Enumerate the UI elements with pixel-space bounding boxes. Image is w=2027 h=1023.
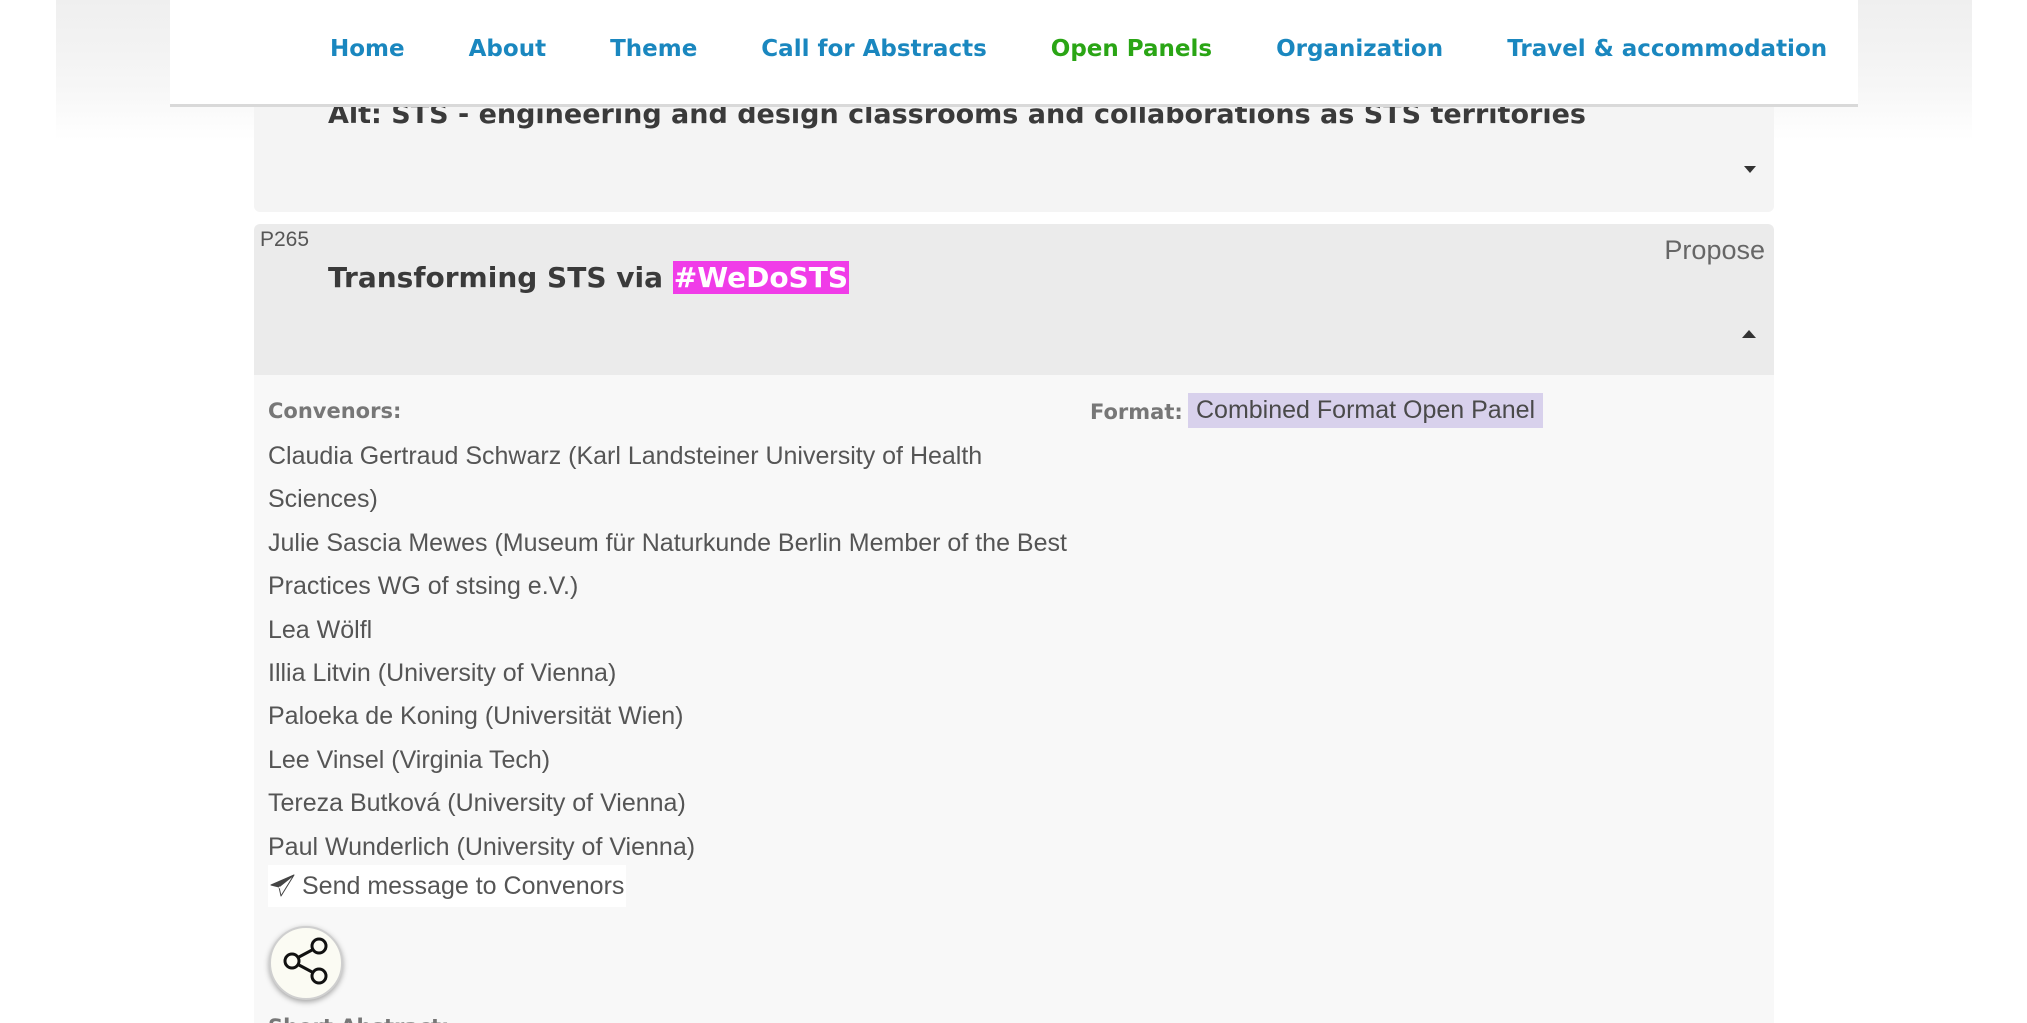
nav-item-organization[interactable]: Organization	[1276, 36, 1443, 62]
format-label: Format:	[1090, 400, 1183, 424]
nav-item-travel[interactable]: Travel & accommodation	[1507, 36, 1827, 62]
convenor-item: Paul Wunderlich (University of Vienna)	[268, 832, 696, 861]
panel-header[interactable]: P265 Propose Transforming STS via #WeDoS…	[254, 224, 1774, 375]
panel-code: P265	[260, 228, 310, 251]
nav-list: Home About Theme Call for Abstracts Open…	[330, 36, 1891, 62]
convenors-list: Claudia Gertraud Schwarz (Karl Landstein…	[268, 435, 1068, 869]
nav-item-about[interactable]: About	[469, 36, 546, 62]
nav-item-theme[interactable]: Theme	[610, 36, 697, 62]
convenor-item: Julie Sascia Mewes (Museum für Naturkund…	[268, 528, 1067, 601]
panel-title-text: Transforming STS via	[328, 261, 673, 294]
nav-item-open-panels[interactable]: Open Panels	[1051, 36, 1212, 62]
propose-link[interactable]: Propose	[1664, 235, 1765, 266]
send-icon	[270, 874, 296, 898]
panel-title[interactable]: Transforming STS via #WeDoSTS	[328, 261, 849, 294]
share-icon	[281, 937, 331, 989]
convenor-item: Claudia Gertraud Schwarz (Karl Landstein…	[268, 442, 983, 514]
nav-item-call-for-abstracts[interactable]: Call for Abstracts	[761, 36, 986, 62]
caret-down-icon[interactable]	[1744, 166, 1756, 173]
convenor-item: Illia Litvin (University of Vienna)	[268, 659, 617, 688]
previous-panel[interactable]: Alt: STS - engineering and design classr…	[254, 94, 1774, 212]
caret-up-icon[interactable]	[1742, 330, 1756, 338]
share-button[interactable]	[269, 926, 343, 1000]
page: Home About Theme Call for Abstracts Open…	[0, 0, 2027, 1023]
convenor-item: Lee Vinsel (Virginia Tech)	[268, 745, 551, 774]
convenors-label: Convenors:	[268, 399, 402, 423]
send-message-label: Send message to Convenors	[302, 872, 625, 900]
short-abstract-label: Short Abstract:	[268, 1015, 449, 1023]
panel-body: Convenors: Claudia Gertraud Schwarz (Kar…	[254, 375, 1774, 1023]
nav-item-home[interactable]: Home	[330, 36, 405, 62]
convenor-item: Lea Wölfl	[268, 615, 373, 644]
top-navigation: Home About Theme Call for Abstracts Open…	[170, 0, 1858, 107]
convenor-item: Tereza Butková (University of Vienna)	[268, 789, 686, 818]
format-badge: Combined Format Open Panel	[1188, 393, 1544, 428]
panel-title-hashtag: #WeDoSTS	[672, 261, 849, 294]
send-message-button[interactable]: Send message to Convenors	[268, 865, 627, 907]
convenor-item: Paloeka de Koning (Universität Wien)	[268, 702, 684, 731]
